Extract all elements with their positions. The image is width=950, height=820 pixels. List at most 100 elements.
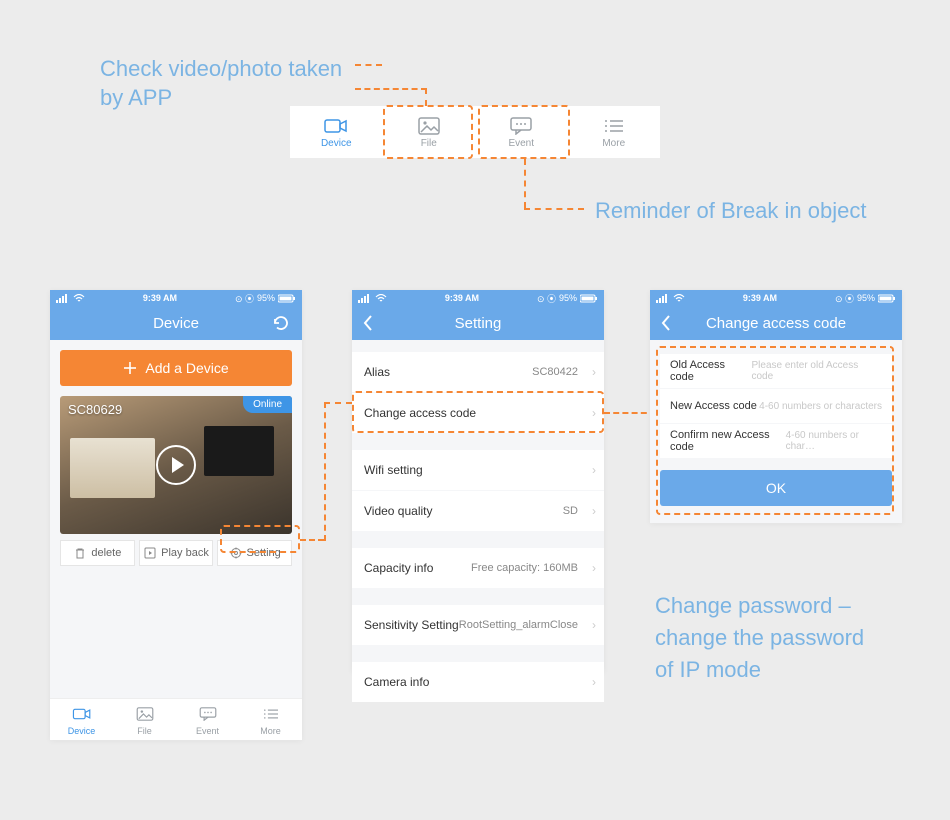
status-time: 9:39 AM (445, 293, 479, 303)
field-placeholder: 4-60 numbers or characters (759, 401, 882, 412)
add-device-button[interactable]: Add a Device (60, 350, 292, 386)
ok-button[interactable]: OK (660, 470, 892, 506)
list-icon (259, 704, 283, 724)
nav-title: Change access code (706, 315, 846, 332)
row-label: Alias (364, 365, 390, 379)
tab-label: Device (321, 138, 352, 149)
status-time: 9:39 AM (743, 293, 777, 303)
row-label: Camera info (364, 675, 429, 689)
field-placeholder: Please enter old Access code (752, 360, 883, 382)
row-label: Sensitivity Setting (364, 618, 459, 632)
chevron-right-icon: › (592, 561, 596, 575)
refresh-icon[interactable] (272, 314, 290, 332)
confirm-access-field[interactable]: Confirm new Access code 4-60 numbers or … (660, 424, 892, 458)
field-label: New Access code (670, 400, 757, 412)
row-label: Change access code (364, 406, 476, 420)
playback-label: Play back (161, 547, 209, 559)
chevron-right-icon: › (592, 504, 596, 518)
gear-icon (229, 546, 243, 560)
field-label: Old Access code (670, 359, 752, 383)
add-device-label: Add a Device (145, 360, 228, 376)
status-time: 9:39 AM (143, 293, 177, 303)
tab-more[interactable]: More (568, 106, 661, 158)
signal-icons (358, 294, 387, 303)
back-icon[interactable] (660, 314, 672, 332)
status-bar: 9:39 AM ⊙ ⦿95% (650, 290, 902, 306)
back-icon[interactable] (362, 314, 374, 332)
row-wifi[interactable]: Wifi setting › (352, 450, 604, 490)
annotation-change-password: Change password – change the password of… (655, 590, 864, 686)
status-right: ⊙ ⦿95% (537, 292, 598, 305)
new-access-field[interactable]: New Access code 4-60 numbers or characte… (660, 389, 892, 423)
screen-setting: 9:39 AM ⊙ ⦿95% Setting Alias SC80422 › C… (352, 290, 604, 672)
top-tab-bar: Device File Event More (290, 106, 660, 158)
row-camera-info[interactable]: Camera info › (352, 662, 604, 702)
tab-event[interactable]: Event (475, 106, 568, 158)
field-label: Confirm new Access code (670, 429, 786, 453)
row-value: Free capacity: 160MB (471, 562, 578, 574)
old-access-field[interactable]: Old Access code Please enter old Access … (660, 354, 892, 388)
tab-label: File (137, 726, 152, 736)
nav-bar: Setting (352, 306, 604, 340)
tab-label: Event (508, 138, 534, 149)
row-label: Wifi setting (364, 463, 423, 477)
status-bar: 9:39 AM ⊙ ⦿95% (352, 290, 604, 306)
row-value: SD (563, 505, 578, 517)
tab-label: File (421, 138, 437, 149)
row-change-access[interactable]: Change access code › (352, 393, 604, 433)
field-placeholder: 4-60 numbers or char… (786, 430, 882, 452)
image-icon (133, 704, 157, 724)
tab-label: More (602, 138, 625, 149)
annotation-reminder: Reminder of Break in object (595, 198, 866, 224)
chat-icon (196, 704, 220, 724)
row-label: Capacity info (364, 561, 433, 575)
nav-bar: Change access code (650, 306, 902, 340)
chevron-right-icon: › (592, 406, 596, 420)
anno-line: of IP mode (655, 657, 761, 682)
status-right: ⊙ ⦿95% (835, 292, 896, 305)
delete-label: delete (91, 547, 121, 559)
playback-icon (143, 546, 157, 560)
row-alias[interactable]: Alias SC80422 › (352, 352, 604, 392)
annotation-line1: Check video/photo taken (100, 56, 342, 81)
password-form: Old Access code Please enter old Access … (650, 340, 902, 520)
tab-file[interactable]: File (383, 106, 476, 158)
playback-button[interactable]: Play back (139, 540, 214, 566)
signal-icons (656, 294, 685, 303)
camera-actions: delete Play back Setting (60, 540, 292, 566)
tab-label: Device (68, 726, 96, 736)
chevron-right-icon: › (592, 618, 596, 632)
annotation-check-video: Check video/photo taken by APP (100, 55, 342, 112)
chat-icon (509, 116, 533, 136)
status-bar: 9:39 AM ⊙ ⦿95% (50, 290, 302, 306)
nav-title: Device (153, 315, 199, 332)
settings-list: Alias SC80422 › Change access code › Wif… (352, 340, 604, 702)
tab-more[interactable]: More (239, 699, 302, 740)
tab-device[interactable]: Device (50, 699, 113, 740)
list-icon (602, 116, 626, 136)
camera-icon (324, 116, 348, 136)
row-video-quality[interactable]: Video quality SD › (352, 491, 604, 531)
camera-thumbnail[interactable]: SC80629 Online (60, 396, 292, 534)
row-value: SC80422 (532, 366, 578, 378)
anno-line: change the password (655, 625, 864, 650)
ok-label: OK (766, 480, 786, 496)
trash-icon (73, 546, 87, 560)
tab-label: Event (196, 726, 219, 736)
chevron-right-icon: › (592, 463, 596, 477)
nav-bar: Device (50, 306, 302, 340)
tab-file[interactable]: File (113, 699, 176, 740)
nav-title: Setting (455, 315, 502, 332)
row-capacity[interactable]: Capacity info Free capacity: 160MB › (352, 548, 604, 588)
setting-button[interactable]: Setting (217, 540, 292, 566)
setting-label: Setting (247, 547, 281, 559)
status-right: ⊙ ⦿95% (235, 292, 296, 305)
row-label: Video quality (364, 504, 433, 518)
online-badge: Online (243, 396, 292, 413)
camera-name: SC80629 (68, 402, 122, 417)
row-sensitivity[interactable]: Sensitivity Setting RootSetting_alarmClo… (352, 605, 604, 645)
tab-event[interactable]: Event (176, 699, 239, 740)
tab-device[interactable]: Device (290, 106, 383, 158)
delete-button[interactable]: delete (60, 540, 135, 566)
play-icon[interactable] (156, 445, 196, 485)
